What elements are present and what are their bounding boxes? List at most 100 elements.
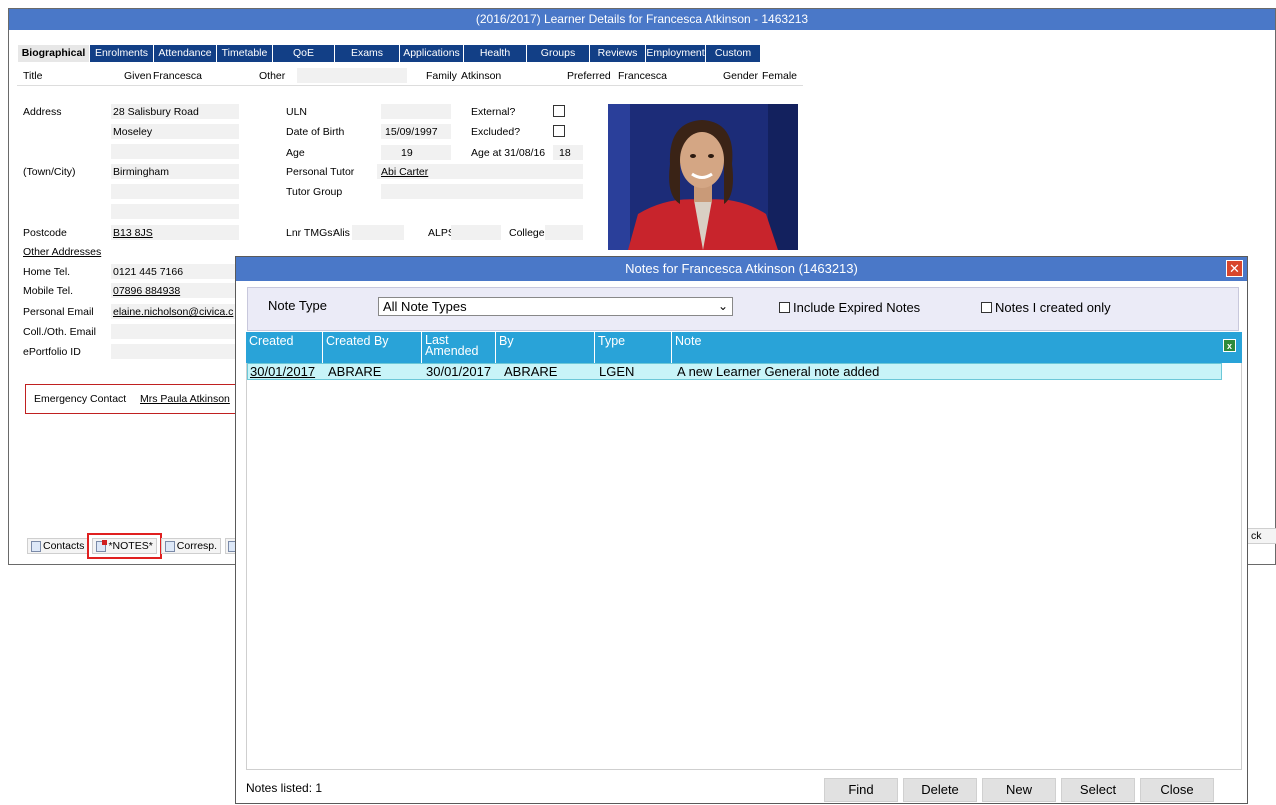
tab-qoe[interactable]: QoE (273, 45, 335, 62)
postcode-value[interactable]: B13 8JS (111, 225, 239, 240)
col-created[interactable]: Created (246, 332, 322, 363)
cell-created-by: ABRARE (328, 364, 382, 379)
tutor-group-field[interactable] (381, 184, 583, 199)
table-row[interactable]: 30/01/2017 ABRARE 30/01/2017 ABRARE LGEN… (247, 363, 1222, 380)
address-line2[interactable]: Moseley (111, 124, 239, 139)
other-field[interactable] (297, 68, 407, 83)
contacts-tab[interactable]: Contacts (27, 538, 89, 554)
col-by[interactable]: By (495, 332, 594, 363)
tab-custom[interactable]: Custom (706, 45, 761, 62)
coll-email-field[interactable] (111, 324, 239, 339)
chevron-down-icon: ⌄ (717, 299, 728, 313)
close-icon[interactable]: ✕ (1226, 260, 1243, 277)
personal-tutor-label: Personal Tutor (286, 166, 355, 178)
note-type-value: All Note Types (383, 299, 467, 314)
col-last-amended[interactable]: Last Amended (421, 332, 495, 363)
tab-timetable[interactable]: Timetable (217, 45, 273, 62)
gender-value[interactable]: Female (762, 70, 797, 82)
home-tel-label: Home Tel. (23, 266, 71, 278)
town-value[interactable]: Birmingham (111, 164, 239, 179)
created-only-checkbox[interactable] (981, 302, 992, 313)
excluded-checkbox[interactable] (553, 125, 565, 137)
include-expired-checkbox[interactable] (779, 302, 790, 313)
college-label: College (509, 227, 545, 239)
tab-health[interactable]: Health (464, 45, 527, 62)
excluded-label: Excluded? (471, 126, 521, 138)
new-button[interactable]: New (982, 778, 1056, 802)
tab-biographical[interactable]: Biographical (18, 45, 90, 62)
emergency-contact-name[interactable]: Mrs Paula Atkinson (140, 393, 230, 405)
back-tab[interactable]: ck (1247, 528, 1276, 544)
tab-bar: Biographical Enrolments Attendance Timet… (18, 45, 761, 62)
learner-photo (608, 104, 798, 250)
bottom-tab-strip: Contacts *NOTES* Corresp. (27, 533, 242, 559)
preferred-value[interactable]: Francesca (618, 70, 667, 82)
town-label: (Town/City) (23, 166, 76, 178)
correspondence-label: Corresp. (176, 540, 218, 552)
correspondence-icon (164, 540, 175, 552)
notes-grid (246, 332, 1242, 770)
dob-value[interactable]: 15/09/1997 (381, 124, 451, 139)
tab-reviews[interactable]: Reviews (590, 45, 646, 62)
age-label: Age (286, 147, 305, 159)
age-at-value: 18 (553, 145, 583, 160)
lnr-tmgs-label: Lnr TMGs: (286, 227, 336, 239)
excel-export-icon[interactable]: x (1223, 339, 1236, 352)
note-type-select[interactable]: All Note Types ⌄ (378, 297, 733, 316)
tab-exams[interactable]: Exams (335, 45, 400, 62)
tab-attendance[interactable]: Attendance (154, 45, 217, 62)
cell-by: ABRARE (504, 364, 558, 379)
eportfolio-label: ePortfolio ID (23, 346, 81, 358)
window-title: (2016/2017) Learner Details for Francesc… (9, 9, 1275, 30)
given-label: Given (124, 70, 152, 82)
external-checkbox[interactable] (553, 105, 565, 117)
family-value[interactable]: Atkinson (461, 70, 501, 82)
cell-last-amended: 30/01/2017 (426, 364, 492, 379)
cell-type: LGEN (599, 364, 635, 379)
personal-email-value[interactable]: elaine.nicholson@civica.c (111, 304, 239, 319)
alis-field[interactable] (352, 225, 404, 240)
mobile-tel-value[interactable]: 07896 884938 (111, 283, 239, 298)
eportfolio-field[interactable] (111, 344, 239, 359)
col-created-by[interactable]: Created By (322, 332, 421, 363)
delete-button[interactable]: Delete (903, 778, 977, 802)
address-line3[interactable] (111, 144, 239, 159)
address-label: Address (23, 106, 62, 118)
uln-field[interactable] (381, 104, 451, 119)
address-line6[interactable] (111, 204, 239, 219)
select-button[interactable]: Select (1061, 778, 1135, 802)
personal-tutor-value[interactable]: Abi Carter (377, 164, 583, 179)
other-addresses-link[interactable]: Other Addresses (23, 246, 101, 258)
preferred-label: Preferred (567, 70, 611, 82)
cell-created[interactable]: 30/01/2017 (250, 364, 315, 379)
correspondence-tab[interactable]: Corresp. (160, 538, 222, 554)
address-line5[interactable] (111, 184, 239, 199)
notes-listed-count: Notes listed: 1 (246, 781, 323, 795)
address-line1[interactable]: 28 Salisbury Road (111, 104, 239, 119)
uln-label: ULN (286, 106, 308, 118)
notes-tab[interactable]: *NOTES* (87, 533, 162, 559)
notes-filter-bar: Note Type All Note Types ⌄ Include Expir… (247, 287, 1239, 331)
contacts-label: Contacts (43, 540, 85, 552)
created-only-label: Notes I created only (995, 300, 1111, 315)
mobile-tel-label: Mobile Tel. (23, 285, 73, 297)
tab-enrolments[interactable]: Enrolments (90, 45, 154, 62)
age-value: 19 (381, 145, 451, 160)
col-note[interactable]: Note (671, 332, 1221, 363)
college-field[interactable] (545, 225, 583, 240)
tab-employment[interactable]: Employment (646, 45, 706, 62)
home-tel-value[interactable]: 0121 445 7166 (111, 264, 239, 279)
postcode-label: Postcode (23, 227, 67, 239)
find-button[interactable]: Find (824, 778, 898, 802)
col-type[interactable]: Type (594, 332, 671, 363)
given-value[interactable]: Francesca (153, 70, 202, 82)
learner-photo-image (608, 104, 798, 250)
note-type-label: Note Type (268, 298, 328, 313)
close-button[interactable]: Close (1140, 778, 1214, 802)
tab-groups[interactable]: Groups (527, 45, 590, 62)
tab-applications[interactable]: Applications (400, 45, 464, 62)
other-label: Other (259, 70, 286, 82)
alps-field[interactable] (451, 225, 501, 240)
alis-label: Alis (333, 227, 350, 239)
notes-dialog-title: Notes for Francesca Atkinson (1463213) (236, 257, 1247, 281)
